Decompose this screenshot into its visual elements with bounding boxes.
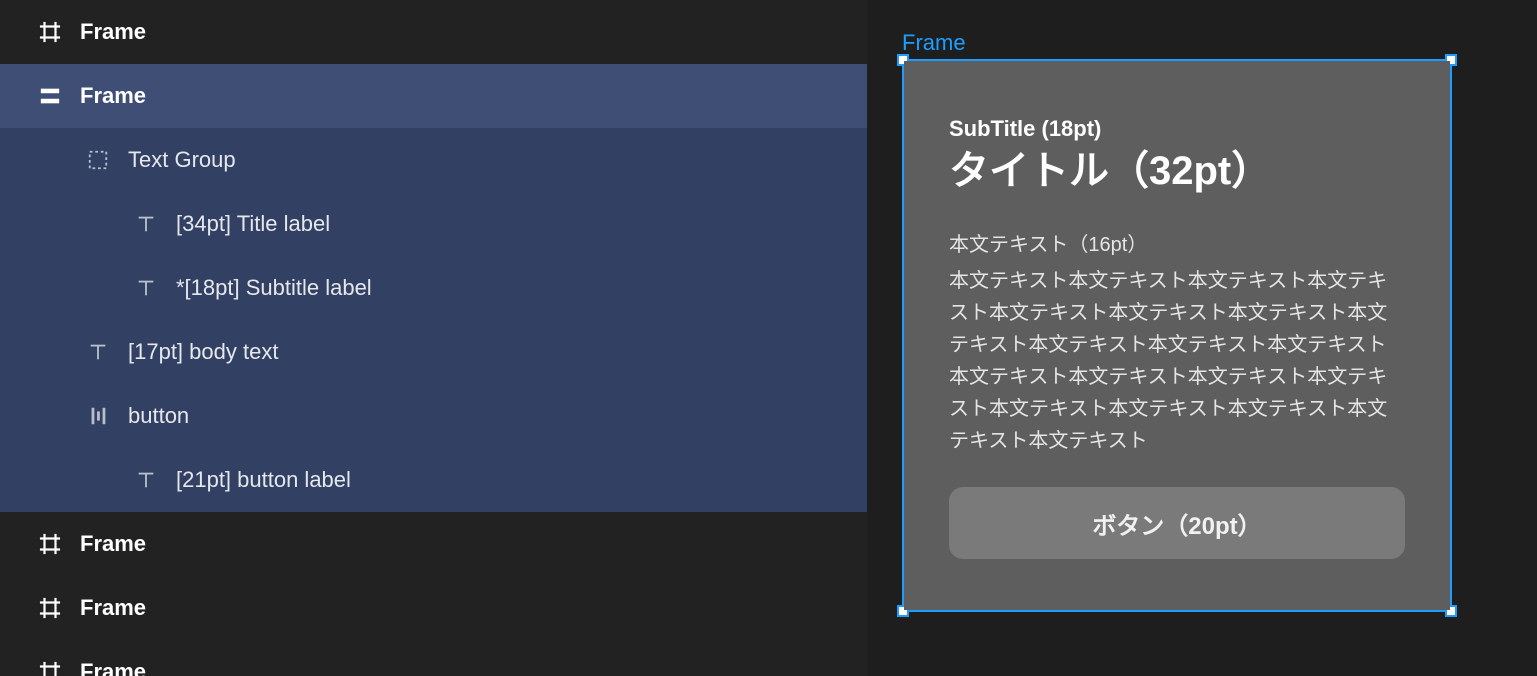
card-button-label: ボタン（20pt） (1092, 506, 1261, 541)
selected-frame-name-label[interactable]: Frame (902, 30, 966, 56)
card-frame[interactable]: SubTitle (18pt) タイトル（32pt） 本文テキスト（16pt） … (904, 61, 1450, 610)
card-title[interactable]: タイトル（32pt） (949, 148, 1405, 194)
card-button[interactable]: ボタン（20pt） (949, 487, 1405, 559)
design-canvas[interactable]: Frame SubTitle (18pt) タイトル（32pt） 本文テキスト（… (867, 0, 1537, 676)
card-subtitle[interactable]: SubTitle (18pt) (949, 116, 1405, 142)
card-body-text[interactable]: 本文テキスト本文テキスト本文テキスト本文テキスト本文テキスト本文テキスト本文テキ… (949, 265, 1405, 457)
card-body-heading[interactable]: 本文テキスト（16pt） (949, 228, 1405, 257)
selection-bounds[interactable]: SubTitle (18pt) タイトル（32pt） 本文テキスト（16pt） … (902, 59, 1452, 612)
